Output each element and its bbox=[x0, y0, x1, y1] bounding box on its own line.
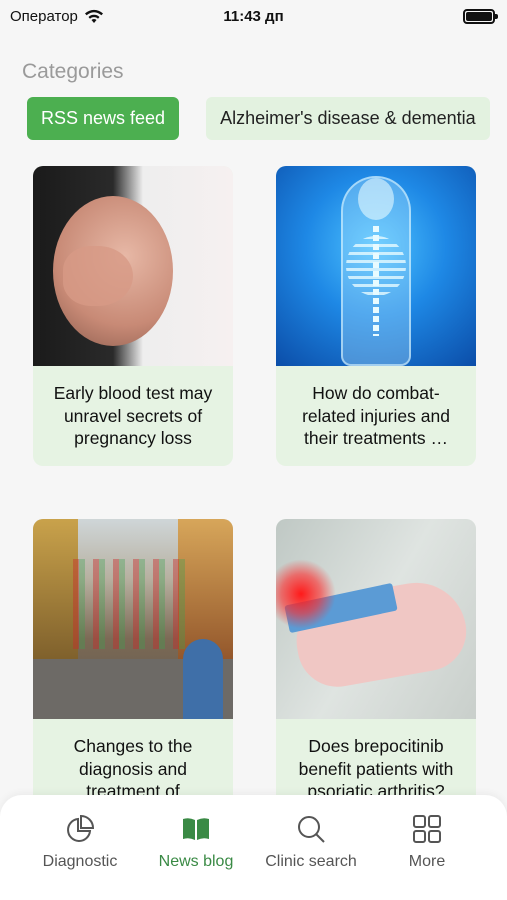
carrier-label: Оператор bbox=[10, 7, 78, 25]
categories-heading: Categories bbox=[22, 60, 124, 83]
news-card[interactable]: Early blood test may unravel secrets of … bbox=[33, 166, 233, 466]
tab-label: Diagnostic bbox=[42, 853, 118, 870]
news-card[interactable]: Does brepocitinib benefit patients with … bbox=[276, 519, 476, 819]
tab-diagnostic[interactable]: Diagnostic bbox=[20, 813, 140, 871]
card-title: Early blood test may unravel secrets of … bbox=[53, 383, 213, 448]
search-icon bbox=[298, 816, 325, 843]
grid-icon bbox=[413, 815, 441, 843]
wifi-icon bbox=[84, 9, 103, 23]
chip-alzheimers[interactable]: Alzheimer's disease & dementia bbox=[206, 97, 490, 140]
status-left: Оператор bbox=[10, 8, 104, 25]
tab-clinic-search[interactable]: Clinic search bbox=[251, 813, 371, 871]
book-icon bbox=[183, 818, 209, 840]
pie-chart-icon bbox=[67, 814, 95, 842]
tab-label: More bbox=[408, 853, 446, 870]
card-image-hand-pain bbox=[276, 519, 476, 719]
tab-label: News blog bbox=[158, 853, 234, 870]
tab-bar: Diagnostic News blog Clinic search More bbox=[0, 795, 507, 900]
tab-more[interactable]: More bbox=[367, 813, 487, 871]
chip-rss-news-feed[interactable]: RSS news feed bbox=[27, 97, 180, 140]
card-image-pregnant-belly bbox=[33, 166, 233, 366]
category-chips: RSS news feed Alzheimer's disease & deme… bbox=[27, 97, 490, 140]
card-image-city-street bbox=[33, 519, 233, 719]
news-card[interactable]: Changes to the diagnosis and treatment o… bbox=[33, 519, 233, 819]
battery-icon bbox=[463, 8, 498, 24]
status-bar: Оператор 11:43 дп bbox=[0, 0, 507, 32]
news-card[interactable]: How do combat-related injuries and their… bbox=[276, 166, 476, 466]
tab-label: Clinic search bbox=[265, 853, 357, 870]
card-image-skeleton-xray bbox=[276, 166, 476, 366]
status-time: 11:43 дп bbox=[223, 7, 284, 25]
card-title: How do combat-related injuries and their… bbox=[302, 383, 450, 448]
tab-news-blog[interactable]: News blog bbox=[136, 813, 256, 871]
